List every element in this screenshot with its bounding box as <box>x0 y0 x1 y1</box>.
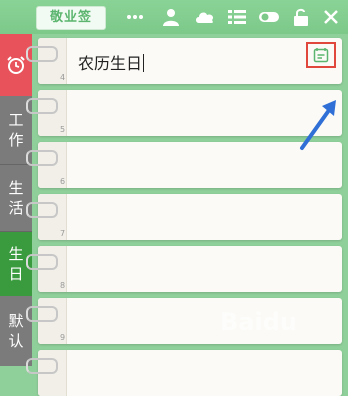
binder-clip-icon <box>26 98 58 114</box>
binder-clip-icon <box>26 150 58 166</box>
note-card[interactable]: 5 <box>26 90 342 136</box>
sidebar-item-label: 认 <box>8 332 24 350</box>
text-caret <box>143 54 145 72</box>
more-icon[interactable] <box>124 7 146 27</box>
sidebar-item-life[interactable]: 生 活 <box>0 165 32 232</box>
note-number: 7 <box>60 229 66 238</box>
annotation-arrow-icon <box>300 100 336 150</box>
note-card[interactable]: 7 <box>26 194 342 240</box>
binder-clip-icon <box>26 358 58 374</box>
note-number: 4 <box>60 73 66 82</box>
user-icon[interactable] <box>160 7 182 27</box>
sidebar-item-label: 生 <box>8 179 24 197</box>
sidebar-item-label: 生 <box>8 245 24 263</box>
note-card[interactable] <box>26 350 342 396</box>
sidebar-item-label: 日 <box>8 265 24 283</box>
top-toolbar: 敬业签 <box>0 0 348 34</box>
sidebar-item-label: 活 <box>8 199 24 217</box>
note-number: 6 <box>60 177 66 186</box>
note-number: 8 <box>60 281 66 290</box>
sidebar-item-label: 作 <box>8 131 24 149</box>
note-number: 5 <box>60 125 66 134</box>
binder-clip-icon <box>26 46 58 62</box>
notes-list: 4 农历生日 5 6 7 8 9 <box>26 34 348 396</box>
sidebar-item-label: 工 <box>8 111 24 129</box>
cloud-icon[interactable] <box>194 7 216 27</box>
binder-clip-icon <box>26 202 58 218</box>
close-icon[interactable] <box>320 7 342 27</box>
app-title-button[interactable]: 敬业签 <box>36 6 106 30</box>
sidebar-item-alarm[interactable] <box>0 34 32 96</box>
list-icon[interactable] <box>226 7 248 27</box>
note-number: 9 <box>60 333 66 342</box>
lunar-calendar-button[interactable] <box>306 42 336 68</box>
binder-clip-icon <box>26 254 58 270</box>
alarm-clock-icon <box>7 56 25 74</box>
calendar-icon <box>313 48 329 63</box>
note-card[interactable]: 6 <box>26 142 342 188</box>
note-card[interactable]: 4 农历生日 <box>26 38 342 84</box>
note-text-input[interactable]: 农历生日 <box>78 50 145 74</box>
binder-clip-icon <box>26 306 58 322</box>
unlock-icon[interactable] <box>290 7 312 27</box>
sidebar-item-label: 默 <box>8 312 24 330</box>
watermark: Baidu <box>220 308 297 336</box>
note-card[interactable]: 8 <box>26 246 342 292</box>
note-text: 农历生日 <box>78 54 143 73</box>
toggle-icon[interactable] <box>258 7 280 27</box>
